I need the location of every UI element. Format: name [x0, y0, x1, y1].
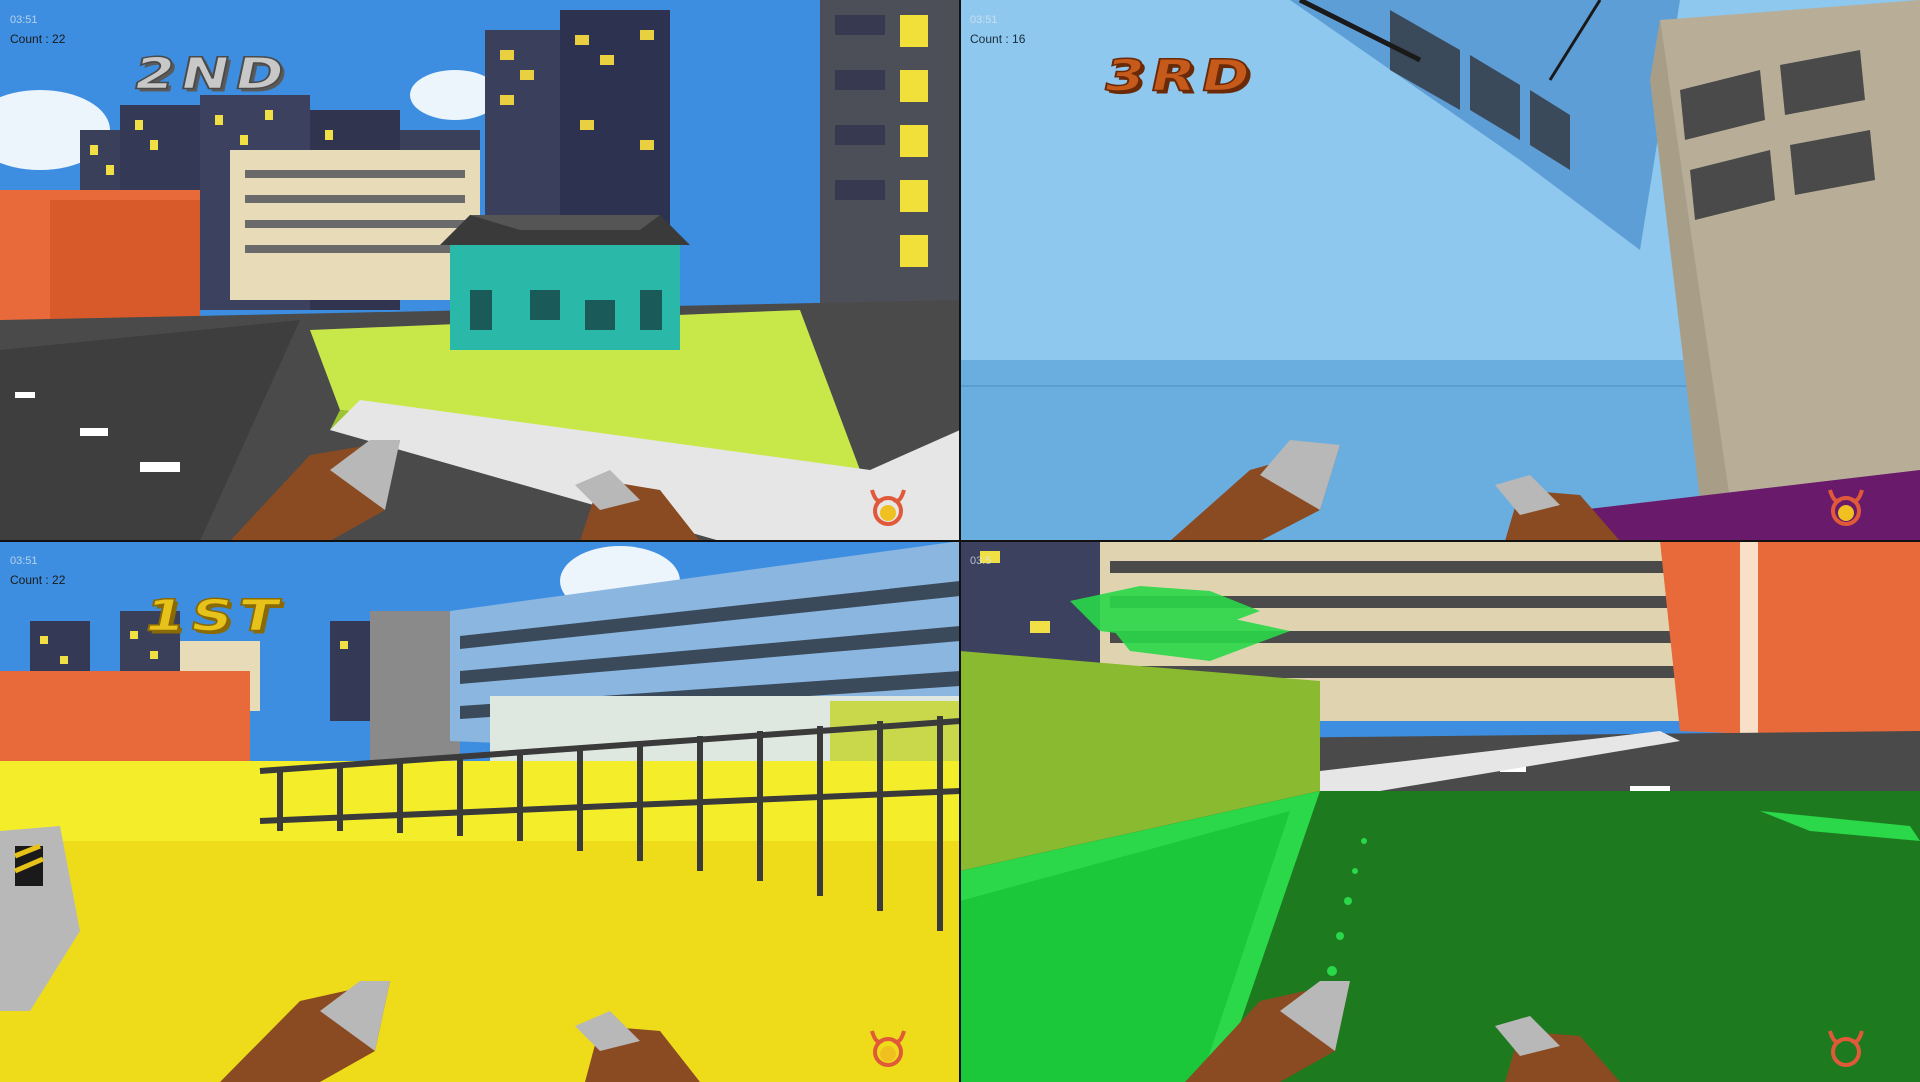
horned-emblem-icon: [1828, 1030, 1864, 1067]
player-3-timer: 03:51: [10, 555, 38, 567]
horned-emblem-icon: [1828, 489, 1864, 526]
player-4-viewport: 03:5: [960, 541, 1920, 1082]
horned-emblem-icon: [870, 489, 906, 526]
player-2-timer: 03:51: [970, 14, 998, 26]
player-1-rank: 2ND: [128, 47, 296, 100]
player-1-timer: 03:51: [10, 14, 38, 26]
split-divider-horizontal: [0, 540, 1920, 542]
player-3-count: Count : 22: [10, 573, 66, 587]
player-1-count: Count : 22: [10, 32, 66, 46]
player-2-rank: 3RD: [1098, 49, 1262, 102]
player-4-timer: 03:5: [970, 555, 992, 567]
player-4-scene: [960, 541, 1920, 1082]
player-2-count: Count : 16: [970, 32, 1026, 46]
player-3-rank: 1ST: [138, 589, 290, 642]
horned-emblem-icon: [870, 1030, 906, 1067]
